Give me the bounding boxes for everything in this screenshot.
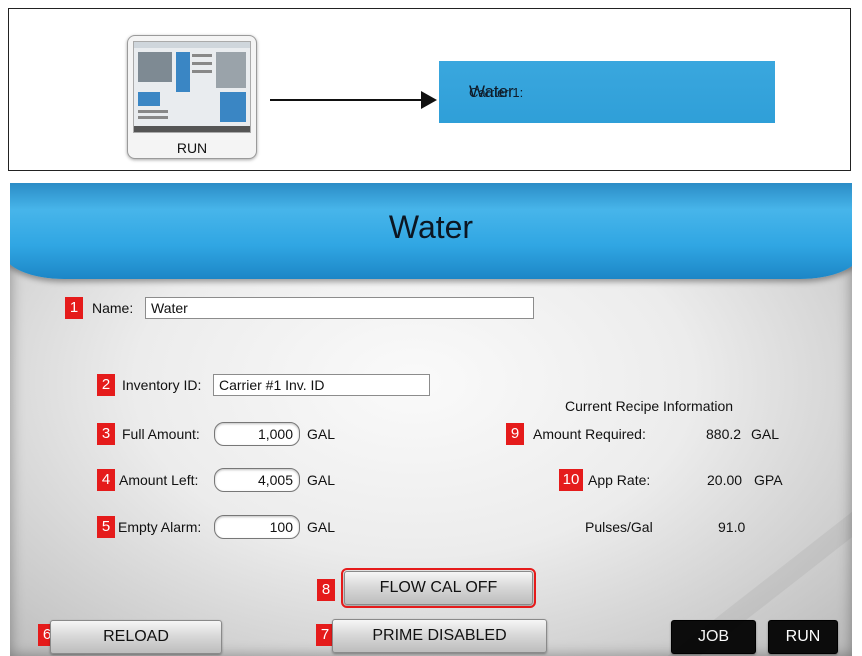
amount-left-unit: GAL [307, 472, 336, 488]
marker-2: 2 [97, 374, 115, 396]
carrier-settings-screen: Water 1 Name: Water 2 Inventory ID: Carr… [10, 183, 852, 656]
recipe-info-heading: Current Recipe Information [565, 398, 734, 414]
reload-button[interactable]: RELOAD [50, 620, 222, 654]
full-amount-field[interactable]: 1,000 [214, 422, 300, 446]
marker-1: 1 [65, 297, 83, 319]
empty-alarm-field[interactable]: 100 [214, 515, 300, 539]
app-rate-label: App Rate: [588, 472, 651, 488]
empty-alarm-unit: GAL [307, 519, 336, 535]
app-rate-unit: GPA [754, 472, 783, 488]
pulses-per-gal-value: 91.0 [718, 519, 746, 535]
thumbnail-run-label: RUN [176, 140, 208, 156]
inventory-id-field[interactable]: Carrier #1 Inv. ID [213, 374, 430, 396]
page-title: Water [388, 209, 474, 245]
marker-3: 3 [97, 423, 115, 445]
carrier-label: Carrier 1: [469, 84, 524, 100]
prime-button[interactable]: PRIME DISABLED [332, 619, 547, 653]
marker-4: 4 [97, 469, 115, 491]
amount-required-unit: GAL [751, 426, 780, 442]
carrier-banner[interactable]: Carrier 1: Water [439, 61, 775, 123]
app-rate-value: 20.00 [707, 472, 743, 488]
run-button[interactable]: RUN [768, 620, 838, 654]
name-label: Name: [92, 300, 134, 316]
empty-alarm-label: Empty Alarm: [118, 519, 202, 535]
amount-left-field[interactable]: 4,005 [214, 468, 300, 492]
amount-left-label: Amount Left: [119, 472, 199, 488]
full-amount-unit: GAL [307, 426, 336, 442]
marker-8: 8 [317, 579, 335, 601]
amount-required-value: 880.2 [706, 426, 742, 442]
pulses-per-gal-label: Pulses/Gal [585, 519, 653, 535]
marker-10: 10 [559, 469, 583, 491]
name-field[interactable]: Water [145, 297, 534, 319]
run-screen-thumbnail[interactable]: RUN [127, 35, 257, 159]
marker-9: 9 [506, 423, 524, 445]
amount-required-label: Amount Required: [533, 426, 646, 442]
navigation-diagram: RUN Carrier 1: Water [8, 8, 851, 171]
marker-5: 5 [97, 516, 115, 538]
inventory-id-label: Inventory ID: [122, 377, 202, 393]
full-amount-label: Full Amount: [122, 426, 200, 442]
flow-cal-button[interactable]: FLOW CAL OFF [341, 568, 536, 608]
arrow-right-icon [270, 91, 437, 109]
run-screen-preview-image [133, 41, 251, 133]
